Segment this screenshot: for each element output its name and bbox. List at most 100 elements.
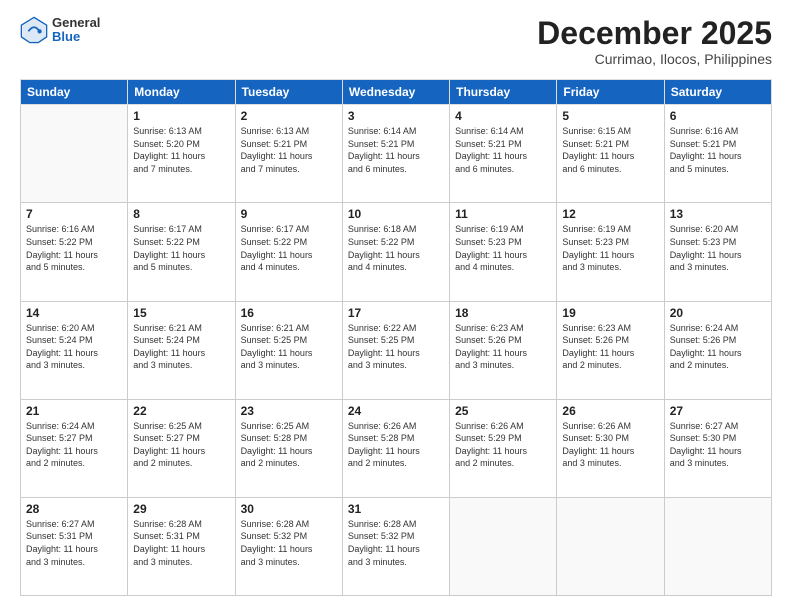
table-row: 20 Sunrise: 6:24 AM Sunset: 5:26 PM Dayli…: [664, 301, 771, 399]
day-number: 13: [670, 207, 766, 221]
table-row: 21 Sunrise: 6:24 AM Sunset: 5:27 PM Dayli…: [21, 399, 128, 497]
table-row: 25Sunrise: 6:26 AM Sunset: 5:29 PM Dayli…: [450, 399, 557, 497]
logo-general: General: [52, 16, 100, 30]
logo: General Blue: [20, 16, 100, 45]
day-number: 14: [26, 306, 122, 320]
table-row: 27 Sunrise: 6:27 AM Sunset: 5:30 PM Dayli…: [664, 399, 771, 497]
day-number: 27: [670, 404, 766, 418]
day-info: Sunrise: 6:19 AM Sunset: 5:23 PM Dayligh…: [562, 223, 658, 273]
day-number: 9: [241, 207, 337, 221]
logo-text: General Blue: [52, 16, 100, 45]
table-row: 3 Sunrise: 6:14 AM Sunset: 5:21 PM Daylig…: [342, 105, 449, 203]
day-info: Sunrise: 6:19 AM Sunset: 5:23 PM Dayligh…: [455, 223, 551, 273]
day-number: 15: [133, 306, 229, 320]
day-number: 7: [26, 207, 122, 221]
day-number: 11: [455, 207, 551, 221]
day-number: 25: [455, 404, 551, 418]
calendar: Sunday Monday Tuesday Wednesday Thursday…: [20, 79, 772, 596]
day-number: 30: [241, 502, 337, 516]
table-row: [450, 497, 557, 595]
day-info: Sunrise: 6:16 AM Sunset: 5:21 PM Dayligh…: [670, 125, 766, 175]
col-tuesday: Tuesday: [235, 80, 342, 105]
table-row: [557, 497, 664, 595]
day-info: Sunrise: 6:17 AM Sunset: 5:22 PM Dayligh…: [133, 223, 229, 273]
day-info: Sunrise: 6:23 AM Sunset: 5:26 PM Dayligh…: [455, 322, 551, 372]
table-row: 29 Sunrise: 6:28 AM Sunset: 5:31 PM Dayli…: [128, 497, 235, 595]
day-number: 6: [670, 109, 766, 123]
day-number: 31: [348, 502, 444, 516]
table-row: 31 Sunrise: 6:28 AM Sunset: 5:32 PM Dayli…: [342, 497, 449, 595]
table-row: 5Sunrise: 6:15 AM Sunset: 5:21 PM Daylig…: [557, 105, 664, 203]
day-number: 10: [348, 207, 444, 221]
col-monday: Monday: [128, 80, 235, 105]
table-row: 2Sunrise: 6:13 AM Sunset: 5:21 PM Daylig…: [235, 105, 342, 203]
day-info: Sunrise: 6:24 AM Sunset: 5:26 PM Dayligh…: [670, 322, 766, 372]
day-number: 19: [562, 306, 658, 320]
day-info: Sunrise: 6:23 AM Sunset: 5:26 PM Dayligh…: [562, 322, 658, 372]
day-number: 22: [133, 404, 229, 418]
table-row: 19 Sunrise: 6:23 AM Sunset: 5:26 PM Dayli…: [557, 301, 664, 399]
day-number: 1: [133, 109, 229, 123]
calendar-header-row: Sunday Monday Tuesday Wednesday Thursday…: [21, 80, 772, 105]
day-number: 24: [348, 404, 444, 418]
table-row: 4Sunrise: 6:14 AM Sunset: 5:21 PM Daylig…: [450, 105, 557, 203]
table-row: 17 Sunrise: 6:22 AM Sunset: 5:25 PM Dayli…: [342, 301, 449, 399]
table-row: 24 Sunrise: 6:26 AM Sunset: 5:28 PM Dayli…: [342, 399, 449, 497]
calendar-week-row: 1 Sunrise: 6:13 AM Sunset: 5:20 PM Daylig…: [21, 105, 772, 203]
day-number: 29: [133, 502, 229, 516]
table-row: 22Sunrise: 6:25 AM Sunset: 5:27 PM Dayli…: [128, 399, 235, 497]
header: General Blue December 2025 Currimao, Ilo…: [20, 16, 772, 67]
page: General Blue December 2025 Currimao, Ilo…: [0, 0, 792, 612]
table-row: 30 Sunrise: 6:28 AM Sunset: 5:32 PM Dayli…: [235, 497, 342, 595]
location: Currimao, Ilocos, Philippines: [537, 51, 772, 67]
table-row: 23 Sunrise: 6:25 AM Sunset: 5:28 PM Dayli…: [235, 399, 342, 497]
logo-blue: Blue: [52, 30, 100, 44]
day-number: 23: [241, 404, 337, 418]
month-title: December 2025: [537, 16, 772, 51]
table-row: 10 Sunrise: 6:18 AM Sunset: 5:22 PM Dayli…: [342, 203, 449, 301]
day-number: 20: [670, 306, 766, 320]
day-info: Sunrise: 6:21 AM Sunset: 5:25 PM Dayligh…: [241, 322, 337, 372]
day-info: Sunrise: 6:26 AM Sunset: 5:28 PM Dayligh…: [348, 420, 444, 470]
day-info: Sunrise: 6:17 AM Sunset: 5:22 PM Dayligh…: [241, 223, 337, 273]
day-number: 26: [562, 404, 658, 418]
table-row: 14 Sunrise: 6:20 AM Sunset: 5:24 PM Dayli…: [21, 301, 128, 399]
day-info: Sunrise: 6:28 AM Sunset: 5:32 PM Dayligh…: [241, 518, 337, 568]
day-info: Sunrise: 6:27 AM Sunset: 5:30 PM Dayligh…: [670, 420, 766, 470]
day-info: Sunrise: 6:27 AM Sunset: 5:31 PM Dayligh…: [26, 518, 122, 568]
table-row: 6 Sunrise: 6:16 AM Sunset: 5:21 PM Daylig…: [664, 105, 771, 203]
col-thursday: Thursday: [450, 80, 557, 105]
calendar-week-row: 28Sunrise: 6:27 AM Sunset: 5:31 PM Dayli…: [21, 497, 772, 595]
day-info: Sunrise: 6:20 AM Sunset: 5:24 PM Dayligh…: [26, 322, 122, 372]
table-row: 11 Sunrise: 6:19 AM Sunset: 5:23 PM Dayli…: [450, 203, 557, 301]
day-number: 5: [562, 109, 658, 123]
table-row: 26Sunrise: 6:26 AM Sunset: 5:30 PM Dayli…: [557, 399, 664, 497]
logo-icon: [20, 16, 48, 44]
day-info: Sunrise: 6:28 AM Sunset: 5:31 PM Dayligh…: [133, 518, 229, 568]
day-info: Sunrise: 6:24 AM Sunset: 5:27 PM Dayligh…: [26, 420, 122, 470]
calendar-week-row: 21 Sunrise: 6:24 AM Sunset: 5:27 PM Dayli…: [21, 399, 772, 497]
day-number: 3: [348, 109, 444, 123]
day-number: 8: [133, 207, 229, 221]
day-number: 21: [26, 404, 122, 418]
col-saturday: Saturday: [664, 80, 771, 105]
day-number: 17: [348, 306, 444, 320]
day-info: Sunrise: 6:22 AM Sunset: 5:25 PM Dayligh…: [348, 322, 444, 372]
table-row: 1 Sunrise: 6:13 AM Sunset: 5:20 PM Daylig…: [128, 105, 235, 203]
day-number: 12: [562, 207, 658, 221]
table-row: 13Sunrise: 6:20 AM Sunset: 5:23 PM Dayli…: [664, 203, 771, 301]
day-number: 16: [241, 306, 337, 320]
table-row: 9 Sunrise: 6:17 AM Sunset: 5:22 PM Daylig…: [235, 203, 342, 301]
col-wednesday: Wednesday: [342, 80, 449, 105]
day-info: Sunrise: 6:28 AM Sunset: 5:32 PM Dayligh…: [348, 518, 444, 568]
day-info: Sunrise: 6:14 AM Sunset: 5:21 PM Dayligh…: [348, 125, 444, 175]
table-row: 16 Sunrise: 6:21 AM Sunset: 5:25 PM Dayli…: [235, 301, 342, 399]
day-info: Sunrise: 6:14 AM Sunset: 5:21 PM Dayligh…: [455, 125, 551, 175]
day-info: Sunrise: 6:25 AM Sunset: 5:28 PM Dayligh…: [241, 420, 337, 470]
day-info: Sunrise: 6:18 AM Sunset: 5:22 PM Dayligh…: [348, 223, 444, 273]
day-info: Sunrise: 6:13 AM Sunset: 5:20 PM Dayligh…: [133, 125, 229, 175]
calendar-week-row: 7Sunrise: 6:16 AM Sunset: 5:22 PM Daylig…: [21, 203, 772, 301]
table-row: 8 Sunrise: 6:17 AM Sunset: 5:22 PM Daylig…: [128, 203, 235, 301]
table-row: 12 Sunrise: 6:19 AM Sunset: 5:23 PM Dayli…: [557, 203, 664, 301]
table-row: 15Sunrise: 6:21 AM Sunset: 5:24 PM Dayli…: [128, 301, 235, 399]
